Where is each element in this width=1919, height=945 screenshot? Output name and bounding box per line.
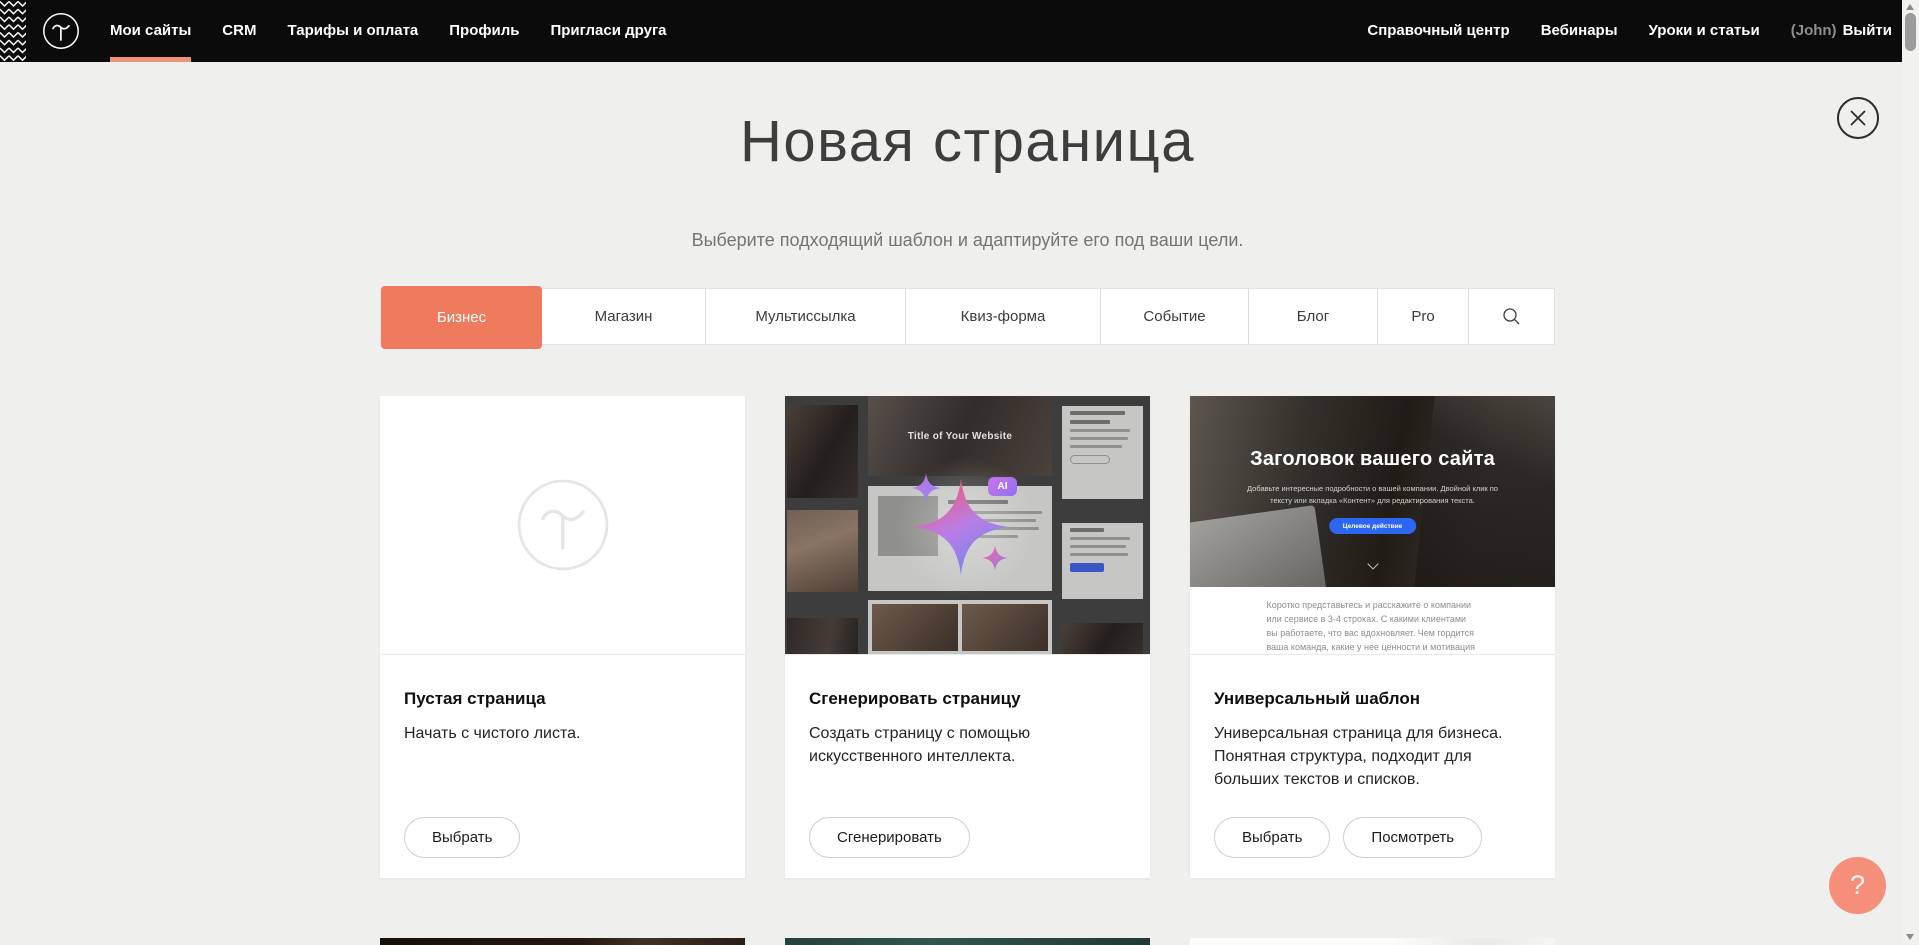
card-universal-template[interactable]: Заголовок вашего сайта Добавьте интересн… bbox=[1190, 396, 1555, 878]
tab-search[interactable] bbox=[1469, 289, 1554, 344]
hero-title: Заголовок вашего сайта bbox=[1190, 448, 1555, 471]
scroll-up-arrow-icon[interactable] bbox=[1906, 4, 1914, 10]
page-subtitle: Выберите подходящий шаблон и адаптируйте… bbox=[380, 230, 1555, 251]
user-account: (John) Выйти bbox=[1791, 0, 1892, 62]
nav-profile[interactable]: Профиль bbox=[449, 0, 519, 62]
ai-preview: Title of Your Website bbox=[785, 396, 1150, 655]
universal-template-preview: Заголовок вашего сайта Добавьте интересн… bbox=[1190, 396, 1555, 655]
ai-badge: AI bbox=[988, 477, 1017, 496]
card-body: Пустая страница Начать с чистого листа. … bbox=[380, 655, 745, 878]
view-button[interactable]: Посмотреть bbox=[1343, 817, 1482, 858]
user-name: (John) bbox=[1791, 0, 1837, 62]
select-button[interactable]: Выбрать bbox=[404, 817, 520, 858]
tilda-logo-icon[interactable] bbox=[42, 12, 80, 50]
preview-thumbnail bbox=[868, 600, 1052, 655]
tab-quiz-form[interactable]: Квиз-форма bbox=[906, 289, 1101, 344]
nav-invite-friend[interactable]: Пригласи друга bbox=[550, 0, 666, 62]
scroll-down-arrow-icon[interactable] bbox=[1906, 934, 1914, 940]
tilda-watermark-icon bbox=[515, 477, 611, 573]
preview-thumbnail bbox=[1062, 523, 1143, 599]
card-body: Универсальный шаблон Универсальная стран… bbox=[1190, 655, 1555, 878]
nav-tariffs[interactable]: Тарифы и оплата bbox=[287, 0, 418, 62]
page-scrollbar[interactable] bbox=[1902, 0, 1919, 944]
nav-help-center[interactable]: Справочный центр bbox=[1367, 0, 1509, 62]
card-blank-page[interactable]: Пустая страница Начать с чистого листа. … bbox=[380, 396, 745, 878]
nav-lessons[interactable]: Уроки и статьи bbox=[1649, 0, 1760, 62]
card-body: Сгенерировать страницу Создать страницу … bbox=[785, 655, 1150, 878]
preview-thumbnail bbox=[787, 405, 858, 498]
hero-cta-button: Целевое действие bbox=[1329, 518, 1417, 534]
question-icon: ? bbox=[1850, 870, 1865, 901]
tab-multilink[interactable]: Мультиссылка bbox=[706, 289, 906, 344]
template-hero: Заголовок вашего сайта Добавьте интересн… bbox=[1190, 396, 1555, 587]
main-nav: Мои сайты CRM Тарифы и оплата Профиль Пр… bbox=[110, 0, 667, 62]
zigzag-pattern-icon bbox=[0, 0, 26, 62]
scrollbar-thumb[interactable] bbox=[1905, 13, 1916, 51]
generate-button[interactable]: Сгенерировать bbox=[809, 817, 970, 858]
tab-event[interactable]: Событие bbox=[1101, 289, 1249, 344]
blank-page-preview bbox=[380, 396, 745, 655]
template-body-text: Коротко представьтесь и расскажите о ком… bbox=[1267, 599, 1479, 655]
tab-pro[interactable]: Pro bbox=[1378, 289, 1469, 344]
nav-webinars[interactable]: Вебинары bbox=[1541, 0, 1618, 62]
help-button[interactable]: ? bbox=[1829, 857, 1886, 914]
hero-subtitle: Добавьте интересные подробности о вашей … bbox=[1247, 483, 1499, 507]
card-title: Универсальный шаблон bbox=[1214, 689, 1531, 709]
tab-business[interactable]: Бизнес bbox=[381, 286, 542, 349]
nav-my-sites[interactable]: Мои сайты bbox=[110, 0, 191, 62]
hero-laptop-shape bbox=[1190, 505, 1328, 587]
top-header: Мои сайты CRM Тарифы и оплата Профиль Пр… bbox=[0, 0, 1902, 62]
preview-thumbnail bbox=[1062, 406, 1143, 499]
close-icon bbox=[1849, 109, 1867, 127]
tab-store[interactable]: Магазин bbox=[542, 289, 706, 344]
card-description: Создать страницу с помощью искусственног… bbox=[809, 722, 1089, 768]
tab-blog[interactable]: Блог bbox=[1249, 289, 1378, 344]
sparkle-small-icon bbox=[982, 545, 1008, 571]
select-button[interactable]: Выбрать bbox=[1214, 817, 1330, 858]
chevron-down-icon bbox=[1367, 558, 1378, 569]
card-description: Универсальная страница для бизнеса. Поня… bbox=[1214, 722, 1514, 792]
template-cards-grid: Пустая страница Начать с чистого листа. … bbox=[380, 396, 1555, 878]
close-button[interactable] bbox=[1837, 97, 1879, 139]
nav-crm[interactable]: CRM bbox=[222, 0, 256, 62]
preview-thumbnail bbox=[1062, 623, 1143, 655]
page-title: Новая страница bbox=[380, 108, 1555, 175]
search-icon bbox=[1502, 307, 1521, 326]
logout-link[interactable]: Выйти bbox=[1843, 0, 1892, 62]
card-ai-generate[interactable]: Title of Your Website bbox=[785, 396, 1150, 878]
card-description: Начать с чистого листа. bbox=[404, 722, 704, 745]
card-title: Пустая страница bbox=[404, 689, 721, 709]
preview-thumbnail bbox=[787, 510, 858, 592]
template-category-tabs: Бизнес Магазин Мультиссылка Квиз-форма С… bbox=[380, 288, 1555, 345]
preview-thumbnail bbox=[787, 618, 858, 655]
preview-site-title: Title of Your Website bbox=[908, 431, 1012, 442]
secondary-nav: Справочный центр Вебинары Уроки и статьи… bbox=[1367, 0, 1892, 62]
card-title: Сгенерировать страницу bbox=[809, 689, 1126, 709]
